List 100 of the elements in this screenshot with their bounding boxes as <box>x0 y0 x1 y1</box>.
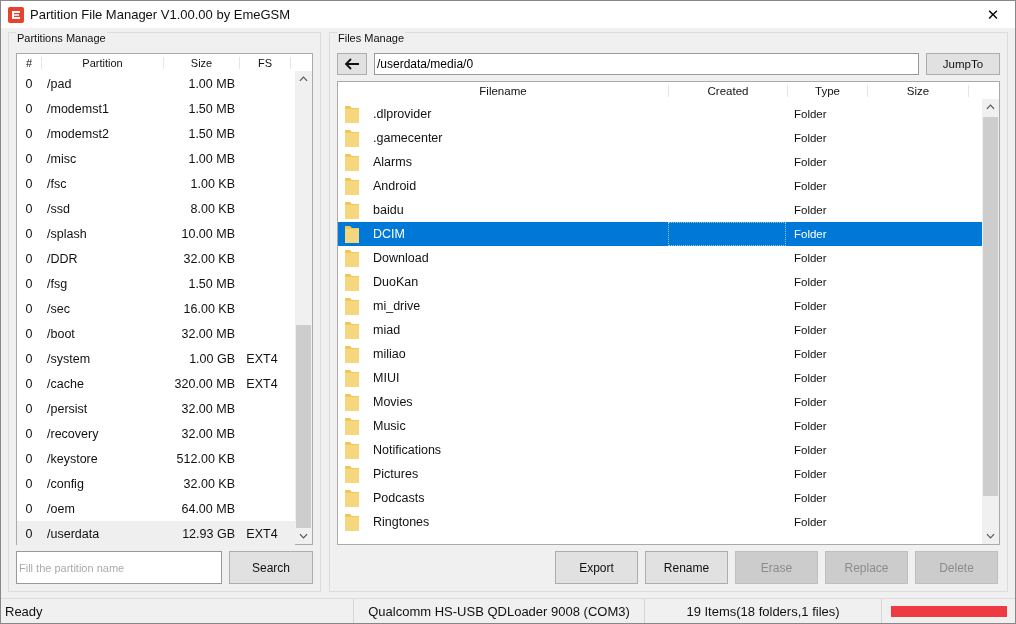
scroll-thumb[interactable] <box>983 117 998 496</box>
table-cell: DCIM <box>373 227 405 241</box>
file-row[interactable]: DuoKan Folder <box>338 270 982 294</box>
partition-row[interactable]: 0 /modemst2 1.50 MB <box>17 121 295 146</box>
folder-icon <box>345 417 359 435</box>
table-cell-text: 1.50 MB <box>187 276 236 291</box>
partition-row[interactable]: 0 /persist 32.00 MB <box>17 396 295 421</box>
table-cell-text: 0 <box>24 226 34 241</box>
partition-row[interactable]: 0 /fsg 1.50 MB <box>17 271 295 296</box>
file-row[interactable]: miliao Folder <box>338 342 982 366</box>
folder-icon <box>345 153 359 171</box>
table-cell-text: Folder <box>793 324 828 336</box>
partition-row[interactable]: 0 /misc 1.00 MB <box>17 146 295 171</box>
partition-row[interactable]: 0 /modemst1 1.50 MB <box>17 96 295 121</box>
column-header[interactable]: Created <box>669 84 788 97</box>
column-header[interactable]: Size <box>164 56 240 69</box>
table-cell-text: Folder <box>793 348 828 360</box>
file-row[interactable]: Movies Folder <box>338 390 982 414</box>
app-logo-icon <box>8 6 24 23</box>
close-button[interactable]: ✕ <box>971 1 1015 28</box>
table-cell: Pictures <box>373 467 419 481</box>
file-row[interactable]: baidu Folder <box>338 198 982 222</box>
table-cell-text: /userdata <box>46 526 101 541</box>
path-field[interactable]: /userdata/media/0 <box>374 53 919 75</box>
file-row[interactable]: MIUI Folder <box>338 366 982 390</box>
column-header[interactable]: # <box>17 56 42 69</box>
column-header[interactable]: Partition <box>42 56 164 69</box>
table-cell-text: 0 <box>24 101 34 116</box>
table-cell-text: 1.00 KB <box>189 176 236 191</box>
table-cell-text: /fsc <box>46 176 68 191</box>
folder-icon <box>345 177 359 195</box>
table-cell-text: /sec <box>46 301 71 316</box>
table-cell-text: Folder <box>793 444 828 456</box>
file-row[interactable]: Notifications Folder <box>338 438 982 462</box>
device-status: Qualcomm HS-USB QDLoader 9008 (COM3) <box>354 599 645 623</box>
column-header[interactable]: Filename <box>338 84 669 97</box>
file-row[interactable]: .dlprovider Folder <box>338 102 982 126</box>
action-button[interactable]: Export <box>555 551 638 584</box>
file-row[interactable]: mi_drive Folder <box>338 294 982 318</box>
partition-row[interactable]: 0 /DDR 32.00 KB <box>17 246 295 271</box>
jumpto-button[interactable]: JumpTo <box>926 53 1000 75</box>
table-cell: mi_drive <box>373 299 421 313</box>
back-button[interactable] <box>337 53 367 75</box>
partition-row[interactable]: 0 /userdata 12.93 GB EXT4 <box>17 521 295 546</box>
column-header[interactable]: FS <box>240 56 291 69</box>
scroll-up-icon[interactable] <box>299 76 308 82</box>
partition-row[interactable]: 0 /config 32.00 KB <box>17 471 295 496</box>
file-row[interactable]: Podcasts Folder <box>338 486 982 510</box>
file-row[interactable]: Music Folder <box>338 414 982 438</box>
table-cell-text: 32.00 MB <box>180 326 236 341</box>
partition-row[interactable]: 0 /sec 16.00 KB <box>17 296 295 321</box>
file-row[interactable]: miad Folder <box>338 318 982 342</box>
file-row[interactable]: Android Folder <box>338 174 982 198</box>
table-cell-text: 0 <box>24 376 34 391</box>
table-cell-text: Folder <box>793 420 828 432</box>
file-row[interactable]: Alarms Folder <box>338 150 982 174</box>
partition-row[interactable]: 0 /keystore 512.00 KB <box>17 446 295 471</box>
file-row[interactable]: .gamecenter Folder <box>338 126 982 150</box>
scrollbar[interactable] <box>295 71 312 544</box>
partition-row[interactable]: 0 /fsc 1.00 KB <box>17 171 295 196</box>
scroll-up-icon[interactable] <box>986 104 995 110</box>
table-cell-text: Folder <box>793 228 828 240</box>
partition-row[interactable]: 0 /pad 1.00 MB <box>17 71 295 96</box>
partition-row[interactable]: 0 /system 1.00 GB EXT4 <box>17 346 295 371</box>
column-header[interactable]: Size <box>868 84 969 97</box>
table-cell-text: Folder <box>793 396 828 408</box>
partition-row[interactable]: 0 /boot 32.00 MB <box>17 321 295 346</box>
scroll-down-icon[interactable] <box>986 533 995 539</box>
scroll-down-icon[interactable] <box>299 533 308 539</box>
table-cell-text: /config <box>46 476 85 491</box>
scrollbar[interactable] <box>982 99 999 544</box>
group-title: Partitions Manage <box>16 32 107 44</box>
table-cell-text: /recovery <box>46 426 100 441</box>
table-cell-text: /pad <box>46 76 73 91</box>
table-cell-text: 0 <box>24 201 34 216</box>
search-button[interactable]: Search <box>229 551 313 584</box>
table-cell-text: 1.00 MB <box>187 151 236 166</box>
folder-icon <box>345 441 359 459</box>
column-header[interactable]: Type <box>788 84 868 97</box>
table-cell-text: 0 <box>24 301 34 316</box>
partition-row[interactable]: 0 /ssd 8.00 KB <box>17 196 295 221</box>
table-cell-text: Folder <box>793 492 828 504</box>
table-cell: baidu <box>373 203 404 217</box>
table-cell-text: 0 <box>24 476 34 491</box>
file-row[interactable]: DCIM Folder <box>338 222 982 246</box>
partition-row[interactable]: 0 /splash 10.00 MB <box>17 221 295 246</box>
table-cell-text: /persist <box>46 401 89 416</box>
partition-search-field[interactable]: Fill the partition name <box>16 551 222 584</box>
table-cell-text: 0 <box>24 76 34 91</box>
partition-row[interactable]: 0 /cache 320.00 MB EXT4 <box>17 371 295 396</box>
file-row[interactable]: Pictures Folder <box>338 462 982 486</box>
partition-row[interactable]: 0 /recovery 32.00 MB <box>17 421 295 446</box>
folder-icon <box>345 249 359 267</box>
partition-row[interactable]: 0 /oem 64.00 MB <box>17 496 295 521</box>
action-button[interactable]: Rename <box>645 551 728 584</box>
table-cell-text: Folder <box>793 132 828 144</box>
file-row[interactable]: Ringtones Folder <box>338 510 982 534</box>
scroll-thumb[interactable] <box>296 325 311 528</box>
table-cell-text: /ssd <box>46 201 71 216</box>
file-row[interactable]: Download Folder <box>338 246 982 270</box>
